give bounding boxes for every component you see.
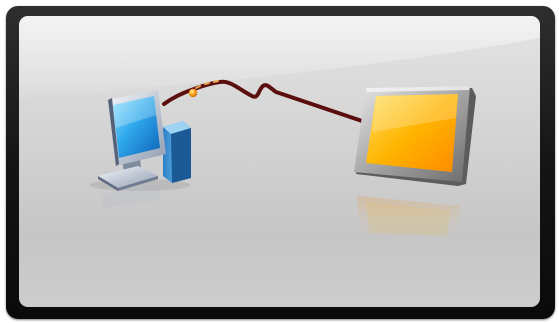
- gloss-highlight: [19, 16, 540, 98]
- tablet-reflection: [357, 196, 460, 240]
- connector-plug-icon: [188, 88, 198, 98]
- tablet-icon: [354, 86, 476, 186]
- computer-icon: [90, 90, 191, 191]
- connection-scene: [19, 16, 540, 240]
- cable: [162, 79, 364, 123]
